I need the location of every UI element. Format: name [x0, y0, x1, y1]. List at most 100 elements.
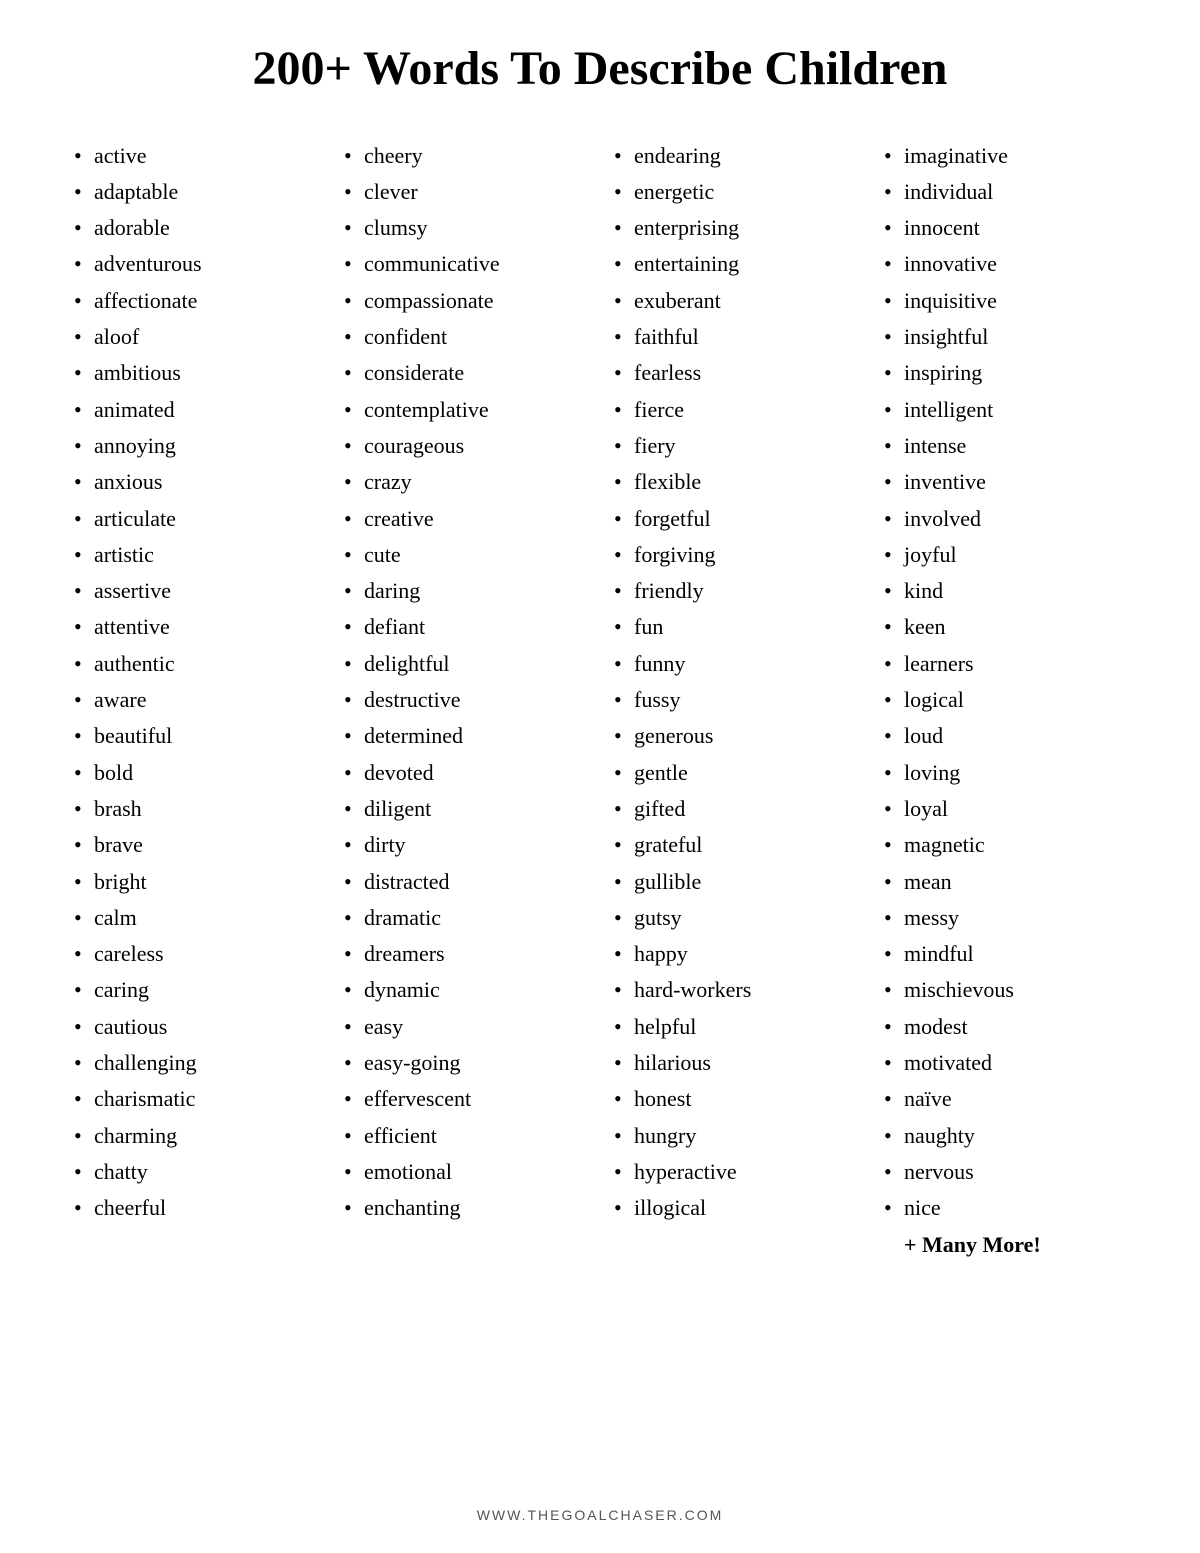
- list-item: generous: [610, 718, 860, 754]
- list-item: hard-workers: [610, 972, 860, 1008]
- list-item: efficient: [340, 1118, 590, 1154]
- list-item: considerate: [340, 355, 590, 391]
- list-item: anxious: [70, 464, 320, 500]
- list-item: messy: [880, 900, 1130, 936]
- list-item: daring: [340, 573, 590, 609]
- list-item: fussy: [610, 682, 860, 718]
- list-item: clever: [340, 174, 590, 210]
- list-item: inspiring: [880, 355, 1130, 391]
- list-item: friendly: [610, 573, 860, 609]
- list-item: aware: [70, 682, 320, 718]
- list-item: nice: [880, 1190, 1130, 1226]
- list-item: intense: [880, 428, 1130, 464]
- list-item: faithful: [610, 319, 860, 355]
- list-item: mischievous: [880, 972, 1130, 1008]
- list-item: adorable: [70, 210, 320, 246]
- column-1: activeadaptableadorableadventurousaffect…: [60, 138, 330, 1477]
- more-text: + Many More!: [880, 1227, 1130, 1263]
- list-item: courageous: [340, 428, 590, 464]
- list-item: flexible: [610, 464, 860, 500]
- list-item: joyful: [880, 537, 1130, 573]
- list-item: happy: [610, 936, 860, 972]
- column-3: endearingenergeticenterprisingentertaini…: [600, 138, 870, 1477]
- list-item: inventive: [880, 464, 1130, 500]
- list-item: exuberant: [610, 283, 860, 319]
- list-item: cheery: [340, 138, 590, 174]
- list-item: kind: [880, 573, 1130, 609]
- list-item: entertaining: [610, 246, 860, 282]
- list-item: enterprising: [610, 210, 860, 246]
- list-item: chatty: [70, 1154, 320, 1190]
- list-item: determined: [340, 718, 590, 754]
- list-item: motivated: [880, 1045, 1130, 1081]
- list-item: aloof: [70, 319, 320, 355]
- list-item: forgetful: [610, 501, 860, 537]
- list-item: bold: [70, 755, 320, 791]
- list-item: fiery: [610, 428, 860, 464]
- list-item: intelligent: [880, 392, 1130, 428]
- list-item: bright: [70, 864, 320, 900]
- list-item: loving: [880, 755, 1130, 791]
- list-item: hyperactive: [610, 1154, 860, 1190]
- footer-url: WWW.THEGOALCHASER.COM: [477, 1507, 724, 1523]
- list-item: gutsy: [610, 900, 860, 936]
- list-item: enchanting: [340, 1190, 590, 1226]
- list-item: endearing: [610, 138, 860, 174]
- list-item: distracted: [340, 864, 590, 900]
- list-item: imaginative: [880, 138, 1130, 174]
- list-item: crazy: [340, 464, 590, 500]
- list-item: contemplative: [340, 392, 590, 428]
- list-item: innocent: [880, 210, 1130, 246]
- list-item: challenging: [70, 1045, 320, 1081]
- list-item: charismatic: [70, 1081, 320, 1117]
- word-list-1: activeadaptableadorableadventurousaffect…: [70, 138, 320, 1227]
- list-item: authentic: [70, 646, 320, 682]
- list-item: assertive: [70, 573, 320, 609]
- list-item: articulate: [70, 501, 320, 537]
- list-item: fearless: [610, 355, 860, 391]
- list-item: learners: [880, 646, 1130, 682]
- list-item: grateful: [610, 827, 860, 863]
- list-item: annoying: [70, 428, 320, 464]
- list-item: funny: [610, 646, 860, 682]
- list-item: hungry: [610, 1118, 860, 1154]
- list-item: beautiful: [70, 718, 320, 754]
- list-item: ambitious: [70, 355, 320, 391]
- list-item: loud: [880, 718, 1130, 754]
- list-item: loyal: [880, 791, 1130, 827]
- column-4: imaginativeindividualinnocentinnovativei…: [870, 138, 1140, 1477]
- list-item: attentive: [70, 609, 320, 645]
- list-item: adventurous: [70, 246, 320, 282]
- list-item: gullible: [610, 864, 860, 900]
- list-item: effervescent: [340, 1081, 590, 1117]
- list-item: artistic: [70, 537, 320, 573]
- list-item: defiant: [340, 609, 590, 645]
- list-item: delightful: [340, 646, 590, 682]
- list-item: fun: [610, 609, 860, 645]
- list-item: diligent: [340, 791, 590, 827]
- word-columns: activeadaptableadorableadventurousaffect…: [60, 138, 1140, 1477]
- list-item: insightful: [880, 319, 1130, 355]
- list-item: active: [70, 138, 320, 174]
- list-item: cautious: [70, 1009, 320, 1045]
- word-list-2: cheerycleverclumsycommunicativecompassio…: [340, 138, 590, 1227]
- list-item: animated: [70, 392, 320, 428]
- page-title: 200+ Words To Describe Children: [252, 40, 947, 98]
- list-item: emotional: [340, 1154, 590, 1190]
- list-item: affectionate: [70, 283, 320, 319]
- column-2: cheerycleverclumsycommunicativecompassio…: [330, 138, 600, 1477]
- list-item: energetic: [610, 174, 860, 210]
- list-item: naughty: [880, 1118, 1130, 1154]
- list-item: inquisitive: [880, 283, 1130, 319]
- list-item: hilarious: [610, 1045, 860, 1081]
- list-item: dramatic: [340, 900, 590, 936]
- list-item: logical: [880, 682, 1130, 718]
- list-item: charming: [70, 1118, 320, 1154]
- list-item: adaptable: [70, 174, 320, 210]
- list-item: mindful: [880, 936, 1130, 972]
- list-item: compassionate: [340, 283, 590, 319]
- list-item: dreamers: [340, 936, 590, 972]
- list-item: individual: [880, 174, 1130, 210]
- list-item: honest: [610, 1081, 860, 1117]
- list-item: communicative: [340, 246, 590, 282]
